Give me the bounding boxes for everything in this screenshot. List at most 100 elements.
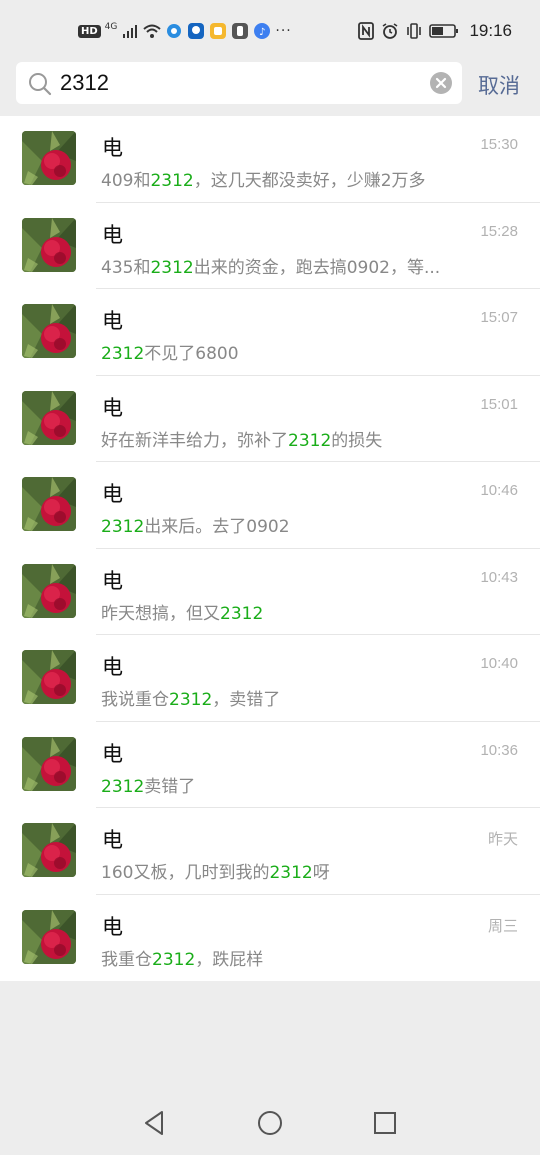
snippet-text: 我说重仓 <box>101 690 169 710</box>
network-type: 4G <box>104 22 118 32</box>
keyword-highlight: 2312 <box>101 344 145 364</box>
avatar <box>22 650 76 704</box>
notes-app-icon <box>210 23 227 39</box>
snippet-text: 昨天想搞，但又 <box>101 603 220 624</box>
hd-badge: HD <box>78 24 101 38</box>
message-snippet: 160又板，几时到我的2312呀 <box>101 858 461 883</box>
search-icon <box>29 73 52 96</box>
chat-result-item[interactable]: 电 周三 我重仓2312，跌屁样 <box>0 895 540 982</box>
cancel-button[interactable]: 取消 <box>478 70 520 100</box>
keyword-highlight: 2312 <box>150 171 194 191</box>
snippet-text: 我重仓 <box>101 949 152 970</box>
contact-name: 电 <box>102 655 123 679</box>
message-time: 15:01 <box>480 395 518 413</box>
message-time: 周三 <box>487 917 518 935</box>
avatar <box>22 736 76 791</box>
keyword-highlight: 2312 <box>220 603 264 624</box>
snippet-text: 不见了6800 <box>144 344 239 364</box>
keyword-highlight: 2312 <box>101 517 145 537</box>
circle-home-icon[interactable] <box>255 1108 285 1138</box>
clear-search-button[interactable] <box>430 72 452 94</box>
message-snippet: 409和2312，这几天都没卖好，少赚2万多 <box>101 166 461 191</box>
message-snippet: 2312不见了6800 <box>101 339 461 364</box>
close-icon <box>435 77 447 89</box>
snippet-text: ，这几天都没卖好，少赚2万多 <box>193 171 426 191</box>
snippet-text: ，跌屁样 <box>195 949 264 970</box>
avatar <box>22 909 76 964</box>
battery-icon <box>429 24 459 38</box>
snippet-text: 409和 <box>101 171 151 191</box>
message-time: 15:30 <box>480 136 518 153</box>
snippet-text: 出来后。去了0902 <box>144 517 290 537</box>
hand-app-icon <box>232 23 249 39</box>
contact-name: 电 <box>102 222 123 247</box>
message-time: 10:46 <box>480 482 518 499</box>
snippet-text: 呀 <box>312 863 330 883</box>
message-time: 昨天 <box>487 831 518 848</box>
snippet-text: ，卖错了 <box>212 690 281 710</box>
contact-name: 电 <box>102 136 123 160</box>
chat-result-item[interactable]: 电 15:28 435和2312出来的资金，跑去搞0902，等... <box>0 203 540 289</box>
message-snippet: 2312卖错了 <box>101 772 461 797</box>
search-results-list: 电 15:30 409和2312，这几天都没卖好，少赚2万多 电 15:28 4… <box>0 116 540 981</box>
browser-app-icon <box>167 24 182 38</box>
search-box[interactable] <box>16 62 462 104</box>
avatar <box>22 823 76 877</box>
avatar <box>22 563 76 618</box>
keyword-highlight: 2312 <box>288 430 332 451</box>
keyword-highlight: 2312 <box>152 949 196 970</box>
message-time: 15:07 <box>480 309 518 326</box>
contact-name: 电 <box>102 482 123 506</box>
snippet-text: 出来的资金，跑去搞0902，等... <box>193 257 441 278</box>
chat-result-item[interactable]: 电 昨天 160又板，几时到我的2312呀 <box>0 808 540 895</box>
message-snippet: 435和2312出来的资金，跑去搞0902，等... <box>101 253 461 278</box>
square-recents-icon[interactable] <box>370 1108 400 1138</box>
contact-name: 电 <box>102 741 123 766</box>
status-right-icons: 19:16 <box>357 20 512 42</box>
avatar <box>22 217 76 272</box>
message-snippet: 好在新洋丰给力，弥补了2312的损失 <box>101 426 461 451</box>
message-snippet: 我重仓2312，跌屁样 <box>101 945 461 970</box>
wifi-icon <box>143 24 162 38</box>
security-app-icon <box>188 23 205 39</box>
snippet-text: 的损失 <box>331 430 383 451</box>
contact-name: 电 <box>102 568 123 593</box>
message-time: 10:40 <box>480 655 518 672</box>
chat-result-item[interactable]: 电 10:43 昨天想搞，但又2312 <box>0 549 540 635</box>
message-time: 10:43 <box>480 568 518 586</box>
chat-result-item[interactable]: 电 15:01 好在新洋丰给力，弥补了2312的损失 <box>0 376 540 462</box>
keyword-highlight: 2312 <box>150 257 194 278</box>
alarm-icon <box>383 23 398 39</box>
contact-name: 电 <box>102 828 123 852</box>
search-bar: 取消 <box>0 62 540 116</box>
status-bar: HD 4G ♪ ··· 19:16 <box>0 0 540 62</box>
message-snippet: 我说重仓2312，卖错了 <box>101 685 461 710</box>
contact-name: 电 <box>102 395 123 420</box>
clock: 19:16 <box>469 21 512 40</box>
message-snippet: 昨天想搞，但又2312 <box>101 599 461 624</box>
avatar <box>22 477 76 531</box>
signal-icon <box>123 25 138 38</box>
snippet-text: 435和 <box>101 257 151 278</box>
search-input[interactable] <box>60 62 420 104</box>
music-app-icon: ♪ <box>254 23 271 39</box>
chat-result-item[interactable]: 电 15:30 409和2312，这几天都没卖好，少赚2万多 <box>0 116 540 203</box>
avatar <box>22 131 76 185</box>
status-left-icons: HD 4G ♪ ··· <box>78 20 292 42</box>
contact-name: 电 <box>102 309 123 333</box>
contact-name: 电 <box>102 914 123 939</box>
chat-result-item[interactable]: 电 15:07 2312不见了6800 <box>0 289 540 376</box>
chat-result-item[interactable]: 电 10:36 2312卖错了 <box>0 722 540 808</box>
triangle-back-icon[interactable] <box>140 1108 170 1138</box>
vibrate-icon <box>407 23 422 39</box>
keyword-highlight: 2312 <box>269 863 313 883</box>
more-notifications: ··· <box>275 23 292 39</box>
message-time: 10:36 <box>480 741 518 759</box>
chat-result-item[interactable]: 电 10:46 2312出来后。去了0902 <box>0 462 540 549</box>
chat-result-item[interactable]: 电 10:40 我说重仓2312，卖错了 <box>0 635 540 722</box>
navigation-bar <box>0 1090 540 1155</box>
avatar <box>22 390 76 445</box>
message-time: 15:28 <box>480 222 518 240</box>
snippet-text: 卖错了 <box>144 776 196 797</box>
snippet-text: 好在新洋丰给力，弥补了 <box>101 430 288 451</box>
